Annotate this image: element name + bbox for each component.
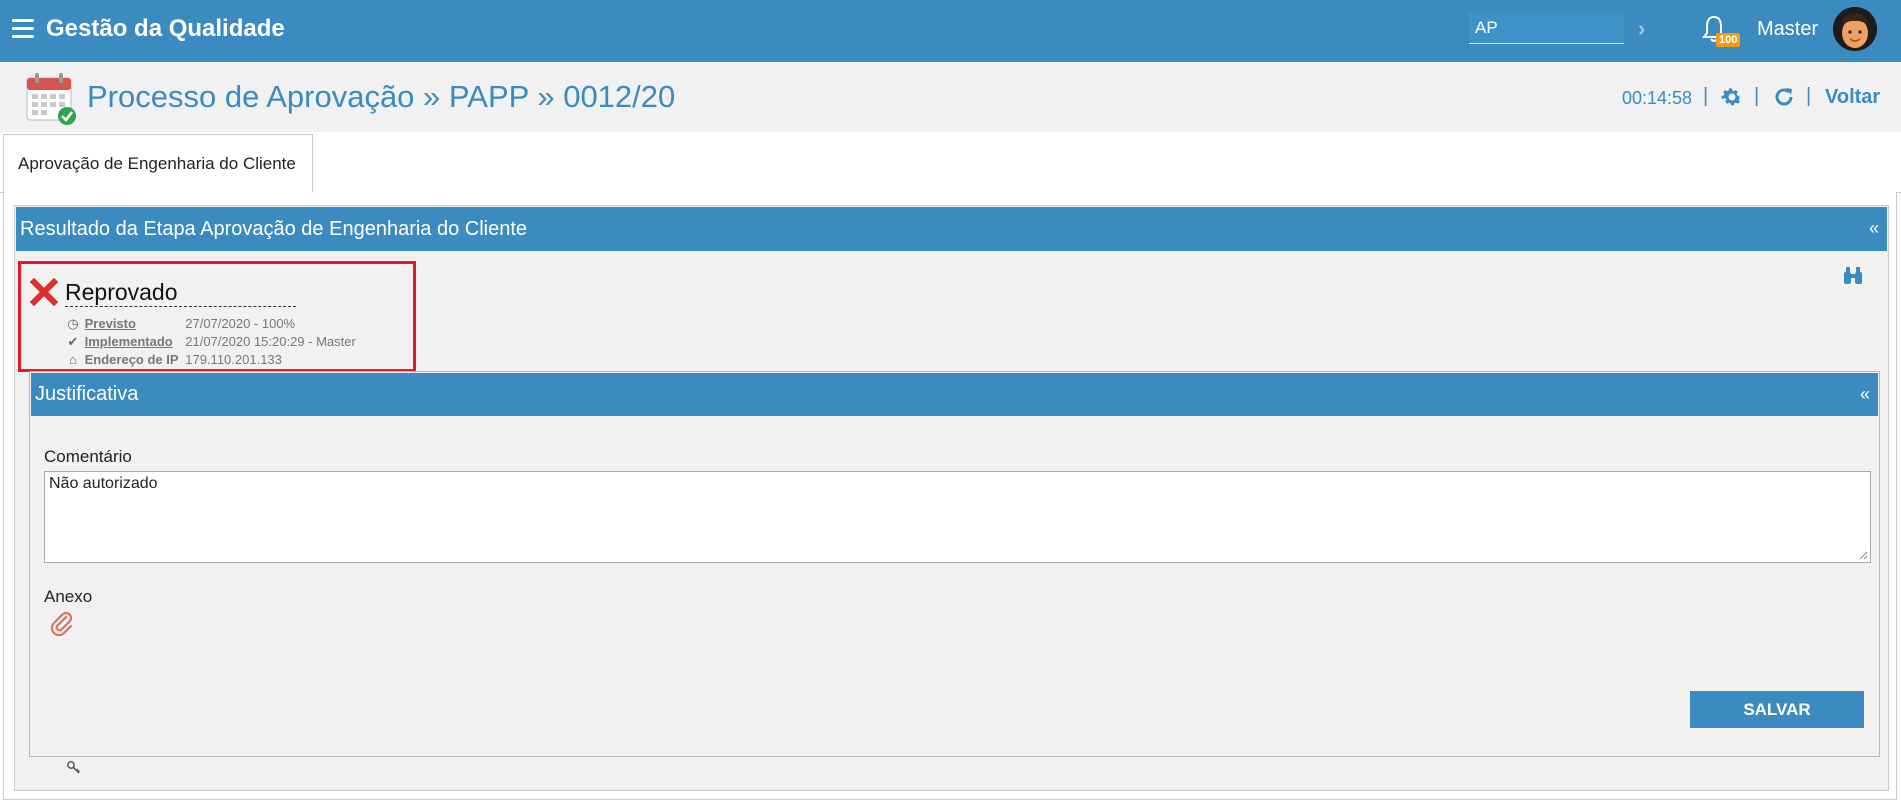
- calendar-check-icon: [26, 73, 76, 125]
- justification-panel: [29, 371, 1880, 757]
- meta-value: 27/07/2020 - 100%: [185, 316, 296, 331]
- avatar[interactable]: [1833, 7, 1877, 51]
- meta-label: Endereço de IP: [84, 352, 179, 367]
- attachment-label: Anexo: [44, 587, 93, 606]
- refresh-icon[interactable]: [1772, 85, 1796, 109]
- key-icon[interactable]: [66, 760, 82, 776]
- paperclip-icon[interactable]: [49, 611, 75, 637]
- search-input[interactable]: AP: [1469, 12, 1624, 44]
- reject-x-icon: [30, 278, 58, 306]
- top-navbar: Gestão da Qualidade AP › 100 Master: [0, 0, 1901, 62]
- page-title: Processo de Aprovação » PAPP » 0012/20: [87, 79, 676, 114]
- comment-label: Comentário: [44, 447, 132, 466]
- clock-icon: ◷: [67, 316, 79, 331]
- meta-row-implemented: ✔ Implementado 21/07/2020 15:20:29 - Mas…: [65, 334, 356, 350]
- result-section-header[interactable]: Resultado da Etapa Aprovação de Engenhar…: [16, 207, 1887, 251]
- menu-icon[interactable]: [12, 19, 34, 39]
- meta-value: 21/07/2020 15:20:29 - Master: [185, 334, 356, 349]
- meta-label[interactable]: Previsto: [85, 316, 182, 331]
- check-icon: ✔: [67, 334, 79, 349]
- save-button[interactable]: SALVAR: [1690, 691, 1864, 728]
- justification-header[interactable]: Justificativa «: [31, 373, 1878, 416]
- meta-value: 179.110.201.133: [185, 352, 282, 367]
- page-header: Processo de Aprovação » PAPP » 0012/20 0…: [0, 62, 1901, 132]
- section-title: Resultado da Etapa Aprovação de Engenhar…: [20, 218, 528, 240]
- gear-icon[interactable]: [1720, 85, 1744, 109]
- chevron-right-icon[interactable]: ›: [1638, 16, 1645, 42]
- notification-badge: 100: [1716, 33, 1741, 47]
- comment-textarea[interactable]: Não autorizado: [44, 471, 1871, 563]
- section-title: Justificativa: [35, 383, 139, 405]
- user-name[interactable]: Master: [1757, 18, 1818, 41]
- meta-label[interactable]: Implementado: [85, 334, 182, 349]
- app-title[interactable]: Gestão da Qualidade: [46, 15, 285, 43]
- meta-row-planned: ◷ Previsto 27/07/2020 - 100%: [65, 316, 295, 332]
- meta-row-ip: ⌂ Endereço de IP 179.110.201.133: [65, 352, 282, 367]
- collapse-icon[interactable]: «: [1860, 384, 1870, 405]
- back-link[interactable]: Voltar: [1825, 86, 1880, 109]
- tab-engineering-approval[interactable]: Aprovação de Engenharia do Cliente: [3, 134, 313, 192]
- binoculars-icon[interactable]: [1842, 265, 1864, 287]
- separator: |: [1703, 85, 1709, 107]
- approval-status[interactable]: Reprovado: [65, 279, 296, 307]
- resize-handle-icon[interactable]: [1858, 550, 1868, 560]
- session-timer: 00:14:58: [1622, 88, 1693, 108]
- comment-text: Não autorizado: [49, 475, 158, 492]
- separator: |: [1806, 85, 1812, 107]
- separator: |: [1754, 85, 1760, 107]
- collapse-icon[interactable]: «: [1869, 218, 1879, 239]
- bank-icon: ⌂: [69, 352, 77, 367]
